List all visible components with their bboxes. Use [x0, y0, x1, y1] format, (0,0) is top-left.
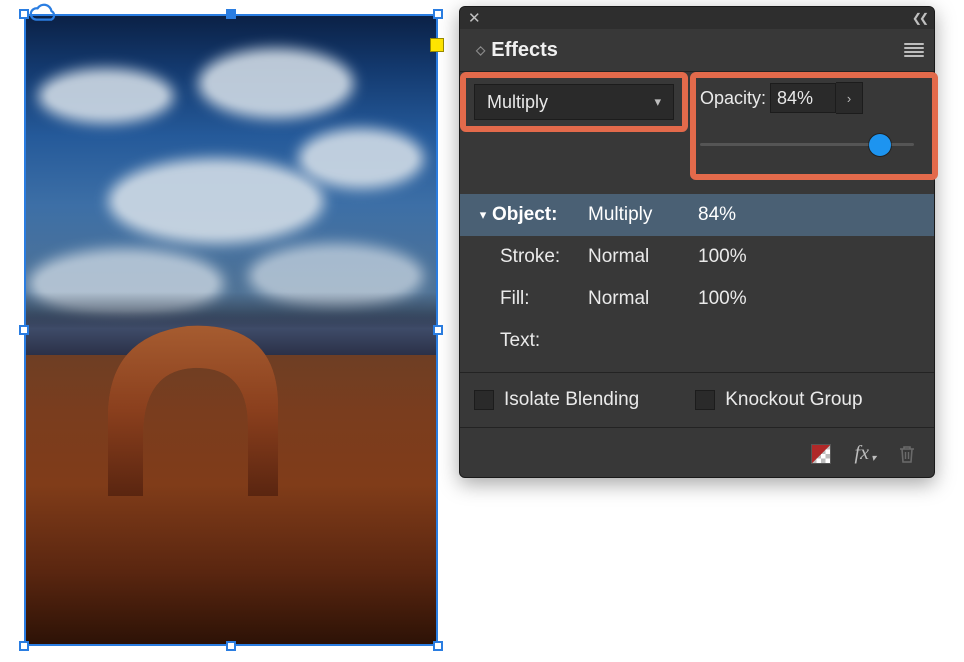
panel-title: Effects: [491, 39, 558, 62]
tab-effects[interactable]: ◇ Effects: [466, 31, 568, 70]
panel-checks-row: Isolate Blending Knockout Group: [460, 379, 934, 421]
selection-handle-middle-right[interactable]: [433, 325, 443, 335]
placed-image[interactable]: [24, 14, 438, 646]
row-label: Object:: [492, 204, 588, 226]
row-blend-mode: Normal: [588, 246, 698, 268]
row-opacity: 84%: [698, 204, 736, 226]
opacity-control: Opacity: 84% ›: [700, 80, 926, 154]
effects-panel: ✕ ❮❮ ◇ Effects Multiply ▾ Opacity: 84% ›: [459, 6, 935, 478]
row-label: Stroke:: [500, 246, 588, 268]
image-cloud: [306, 136, 416, 181]
row-opacity: 100%: [698, 246, 747, 268]
panel-window-bar: ✕ ❮❮: [460, 7, 934, 29]
isolate-blending-label: Isolate Blending: [504, 389, 639, 411]
row-opacity: 100%: [698, 288, 747, 310]
target-row-fill[interactable]: Fill: Normal 100%: [460, 278, 934, 320]
image-cloud: [206, 56, 346, 111]
target-row-stroke[interactable]: Stroke: Normal 100%: [460, 236, 934, 278]
isolate-blending-checkbox[interactable]: [474, 390, 494, 410]
selection-handle-bottom-right[interactable]: [433, 641, 443, 651]
opacity-input[interactable]: 84%: [770, 83, 836, 113]
blend-mode-value: Multiply: [487, 92, 548, 113]
image-rock-arch: [98, 296, 298, 496]
opacity-value-text: 84%: [777, 88, 813, 109]
target-row-object[interactable]: ▾ Object: Multiply 84%: [460, 194, 934, 236]
target-rows: ▾ Object: Multiply 84% Stroke: Normal 10…: [460, 180, 934, 366]
blend-mode-dropdown[interactable]: Multiply ▾: [474, 84, 674, 120]
row-label: Text:: [500, 330, 588, 352]
disclosure-triangle-icon[interactable]: ▾: [474, 207, 492, 223]
selection-handle-bottom-left[interactable]: [19, 641, 29, 651]
slider-thumb[interactable]: [869, 134, 891, 156]
cc-libraries-icon[interactable]: [28, 2, 58, 24]
collapse-panel-icon[interactable]: ❮❮: [912, 11, 926, 25]
row-blend-mode: Multiply: [588, 204, 698, 226]
clear-effects-icon[interactable]: [811, 444, 831, 464]
selection-handle-bottom-middle[interactable]: [226, 641, 236, 651]
opacity-caret-button[interactable]: ›: [836, 82, 863, 114]
target-row-text[interactable]: Text:: [460, 320, 934, 362]
knockout-group-label: Knockout Group: [725, 389, 862, 411]
panel-tab-bar: ◇ Effects: [460, 29, 934, 72]
image-cloud: [116, 166, 316, 236]
opacity-label: Opacity:: [700, 88, 766, 109]
opacity-slider[interactable]: [700, 134, 914, 154]
panel-menu-icon[interactable]: [904, 43, 924, 57]
chevron-down-icon: ▾: [654, 94, 661, 110]
trash-icon[interactable]: [898, 444, 916, 464]
knockout-group-checkbox[interactable]: [695, 390, 715, 410]
panel-divider: [460, 427, 934, 428]
selection-handle-middle-left[interactable]: [19, 325, 29, 335]
selection-handle-top-middle[interactable]: [226, 9, 236, 19]
row-blend-mode: Normal: [588, 288, 698, 310]
row-label: Fill:: [500, 288, 588, 310]
panel-controls-row: Multiply ▾ Opacity: 84% ›: [460, 72, 934, 180]
selection-handle-top-right[interactable]: [433, 9, 443, 19]
close-panel-icon[interactable]: ✕: [468, 9, 481, 27]
fx-menu-icon[interactable]: fx▾: [855, 442, 874, 465]
content-grabber-handle[interactable]: [430, 38, 444, 52]
panel-footer: fx▾: [460, 434, 934, 471]
canvas-selection[interactable]: [24, 14, 438, 646]
tab-gripper-icon: ◇: [476, 44, 485, 56]
image-cloud: [46, 76, 166, 116]
chevron-right-icon: ›: [847, 91, 851, 106]
selection-handle-top-left[interactable]: [19, 9, 29, 19]
panel-divider: [460, 372, 934, 373]
